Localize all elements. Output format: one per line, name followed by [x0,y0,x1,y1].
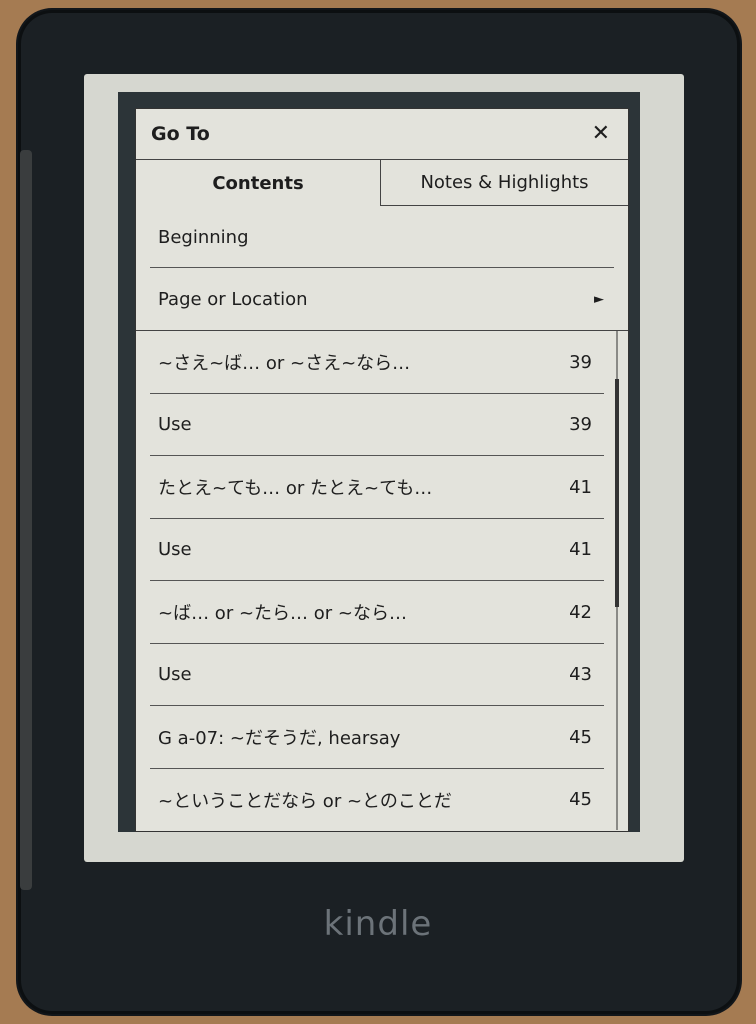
toc-item-page: 42 [569,601,592,623]
toc-item-title: Use [158,664,192,686]
kindle-logo: kindle [323,904,433,944]
toc-list[interactable]: ~さえ~ば… or ~さえ~なら… 39 Use 39 たとえ~ても… or た… [136,331,628,830]
toc-item-title: Use [158,414,192,436]
toc-item-title: ~ば… or ~たら… or ~なら… [158,603,407,625]
page-text-edge [118,92,134,832]
toc-item-title: たとえ~ても… or たとえ~ても… [158,478,433,500]
toc-item-title: ~ということだなら or ~とのことだ [158,790,452,812]
toc-item-page: 41 [569,539,592,561]
page-or-location-item[interactable]: Page or Location ► [136,268,628,331]
toc-item[interactable]: Use 43 [136,644,628,707]
beginning-label: Beginning [158,226,249,248]
toc-item-page: 43 [569,664,592,686]
toc-item-title: ~さえ~ば… or ~さえ~なら… [158,353,411,375]
tab-contents[interactable]: Contents [136,160,381,206]
toc-item-page: 39 [569,414,592,436]
toc-item-page: 39 [569,351,592,373]
page-or-location-label: Page or Location [158,288,308,310]
toc-item[interactable]: Use 39 [136,394,628,457]
close-icon[interactable]: ✕ [592,123,610,145]
tab-bar: Contents Notes & Highlights [136,160,628,206]
toc-item-title: Use [158,539,192,561]
toc-item-page: 45 [569,726,592,748]
beginning-item[interactable]: Beginning [136,206,628,268]
toc-item[interactable]: G a-07: ~だそうだ, hearsay 45 [136,706,628,769]
toc-item[interactable]: ~さえ~ば… or ~さえ~なら… 39 [136,331,628,394]
toc-item-page: 41 [569,476,592,498]
toc-item[interactable]: ~ということだなら or ~とのことだ 45 [136,769,628,830]
toc-item-page: 45 [569,789,592,811]
toc-item[interactable]: たとえ~ても… or たとえ~ても… 41 [136,456,628,519]
cover-edge [20,150,32,890]
tab-notes-highlights[interactable]: Notes & Highlights [381,160,628,206]
dialog-title: Go To [151,123,210,145]
toc-item-title: G a-07: ~だそうだ, hearsay [158,728,401,750]
dialog-header: Go To ✕ [136,109,628,160]
go-to-dialog: Go To ✕ Contents Notes & Highlights Begi… [135,108,629,832]
chevron-right-icon: ► [594,291,604,307]
toc-item[interactable]: ~ば… or ~たら… or ~なら… 42 [136,581,628,644]
toc-item[interactable]: Use 41 [136,519,628,582]
scrollbar-thumb[interactable] [615,379,619,607]
